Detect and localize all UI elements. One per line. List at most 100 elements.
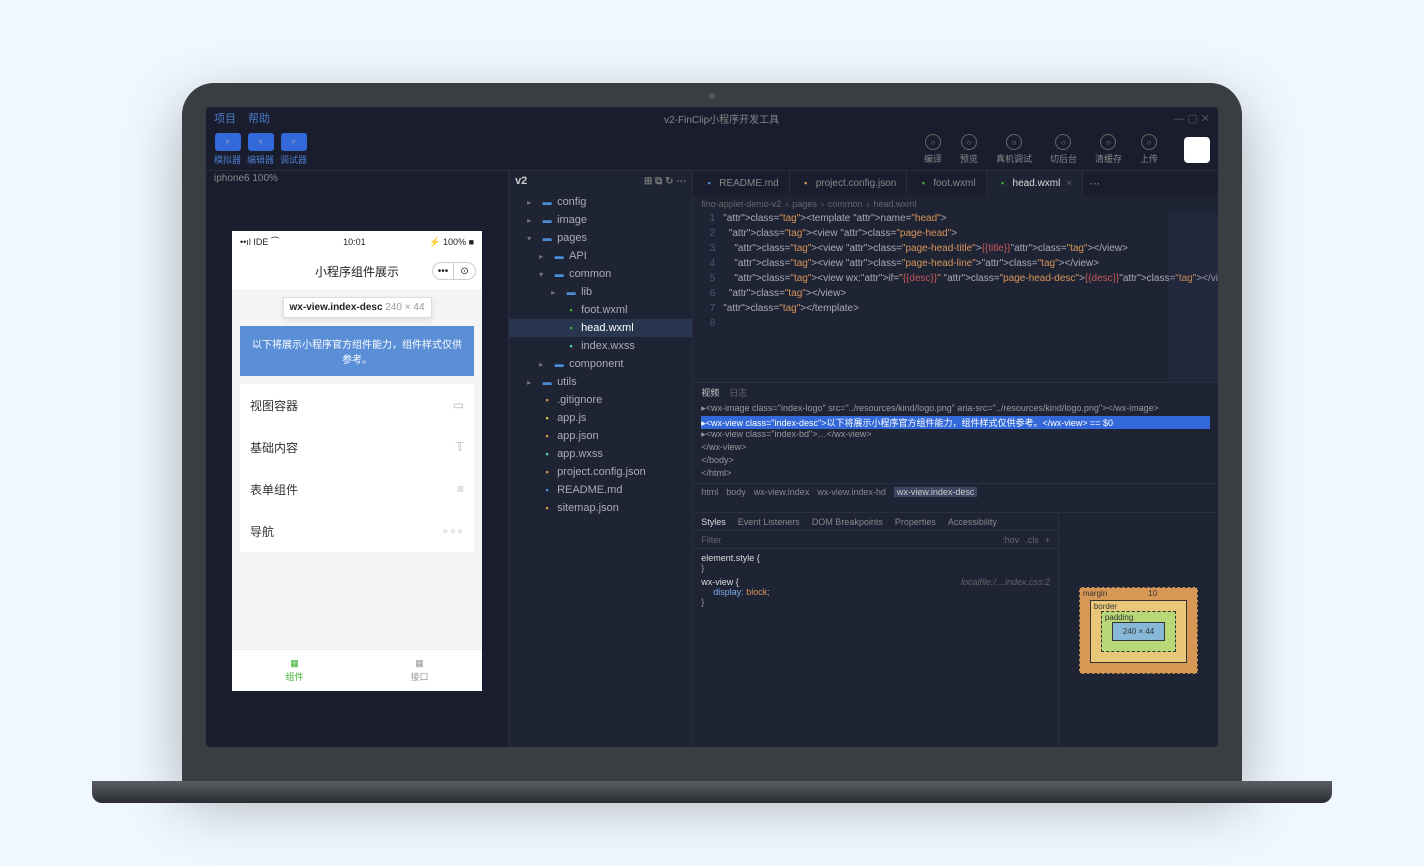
dom-breadcrumb: html body wx-view.index wx-view.index-hd wx-… xyxy=(693,483,1218,499)
camera-dot xyxy=(709,93,715,99)
css-rules[interactable]: element.style {}</span><span class="sel"… xyxy=(693,549,1058,615)
line-gutter: 12345678 xyxy=(693,213,723,382)
capsule-buttons[interactable]: •••⊙ xyxy=(432,262,476,280)
minimap[interactable] xyxy=(1168,213,1218,382)
tooltip-selector: wx-view.index-desc xyxy=(290,302,383,313)
tree-item-README.md[interactable]: ▪README.md xyxy=(509,481,692,499)
phone-tab-接口[interactable]: ▦接口 xyxy=(357,650,482,691)
tree-item-head.wxml[interactable]: ▪head.wxml xyxy=(509,319,692,337)
breadcrumb-segment[interactable]: fino-applet-demo-v2 xyxy=(701,199,781,209)
editor-tab-head.wxml[interactable]: ▪head.wxml× xyxy=(987,171,1084,195)
phone-mockup: ••ıl IDE ⏜ 10:01 ⚡ 100% ■ 小程序组件展示 •••⊙ w… xyxy=(232,231,482,691)
box-content-size: 240 × 44 xyxy=(1112,622,1165,641)
highlighted-element[interactable]: 以下将展示小程序官方组件能力，组件样式仅供参考。 xyxy=(240,326,474,376)
dom-tree[interactable]: ▸<wx-image class="index-logo" src="../re… xyxy=(693,401,1218,483)
tool-编辑器[interactable]: ▫编辑器 xyxy=(247,133,274,166)
editor-tabs: ▪README.md▪project.config.json▪foot.wxml… xyxy=(693,171,1218,195)
phone-tab-组件[interactable]: ▦组件 xyxy=(232,650,357,691)
tree-item-API[interactable]: ▸▬API xyxy=(509,247,692,265)
tree-item-app.js[interactable]: ▪app.js xyxy=(509,409,692,427)
signal-label: ••ıl IDE ⏜ xyxy=(240,237,279,248)
dom-trail-segment[interactable]: wx-view.index-desc xyxy=(894,487,978,497)
tree-item-component[interactable]: ▸▬component xyxy=(509,355,692,373)
list-item[interactable]: 视图容器▭ xyxy=(240,384,474,426)
phone-body: wx-view.index-desc 240 × 44 以下将展示小程序官方组件… xyxy=(232,289,482,649)
devtools-tab-Properties[interactable]: Properties xyxy=(895,517,936,527)
code-lines: "attr">class="tag"><template "attr">name… xyxy=(723,213,1218,382)
tree-item-index.wxss[interactable]: ▪index.wxss xyxy=(509,337,692,355)
tree-item-foot.wxml[interactable]: ▪foot.wxml xyxy=(509,301,692,319)
menu-project[interactable]: 项目 xyxy=(214,110,236,126)
tree-item-app.wxss[interactable]: ▪app.wxss xyxy=(509,445,692,463)
battery-label: ⚡ 100% ■ xyxy=(429,237,474,248)
tree-item-utils[interactable]: ▸▬utils xyxy=(509,373,692,391)
list-item[interactable]: 基础内容𝕋 xyxy=(240,426,474,468)
action-预览[interactable]: ○预览 xyxy=(960,134,978,165)
filter-opt[interactable]: :hov xyxy=(1002,535,1019,545)
window-title: v2-FinClip小程序开发工具 xyxy=(282,111,1161,126)
window-controls[interactable]: — ▢ ✕ xyxy=(1173,112,1210,125)
simulator-panel: iphone6 100% ••ıl IDE ⏜ 10:01 ⚡ 100% ■ 小… xyxy=(206,171,508,747)
action-上传[interactable]: ○上传 xyxy=(1140,134,1158,165)
file-explorer: v2 ⊞ ⧉ ↻ ⋯ ▸▬config▸▬image▾▬pages▸▬API▾▬… xyxy=(508,171,693,747)
dom-node[interactable]: ▸<wx-view class="index-bd">…</wx-view> xyxy=(701,429,1210,442)
tool-模拟器[interactable]: ▫模拟器 xyxy=(214,133,241,166)
dom-node[interactable]: </wx-view> xyxy=(701,442,1210,455)
tree-item-config[interactable]: ▸▬config xyxy=(509,193,692,211)
devtools-tabs: Styles Event Listeners DOM Breakpoints Prop… xyxy=(693,513,1058,531)
tree-item-project.config.json[interactable]: ▪project.config.json xyxy=(509,463,692,481)
tree-item-pages[interactable]: ▾▬pages xyxy=(509,229,692,247)
inspector-tooltip: wx-view.index-desc 240 × 44 xyxy=(283,297,432,318)
tree-item-app.json[interactable]: ▪app.json xyxy=(509,427,692,445)
dom-tab-1[interactable]: 日志 xyxy=(729,386,747,399)
tree-item-lib[interactable]: ▸▬lib xyxy=(509,283,692,301)
dom-trail-segment[interactable]: html xyxy=(701,487,718,497)
tree-item-sitemap.json[interactable]: ▪sitemap.json xyxy=(509,499,692,517)
dom-node[interactable]: </body> xyxy=(701,455,1210,468)
devtools-panel: Styles Event Listeners DOM Breakpoints Prop… xyxy=(693,513,1218,747)
action-切后台[interactable]: ○切后台 xyxy=(1050,134,1077,165)
workspace: iphone6 100% ••ıl IDE ⏜ 10:01 ⚡ 100% ■ 小… xyxy=(206,171,1218,747)
devtools-tab-Styles[interactable]: Styles xyxy=(701,517,726,527)
tooltip-size: 240 × 44 xyxy=(385,302,424,313)
action-清缓存[interactable]: ○清缓存 xyxy=(1095,134,1122,165)
time-label: 10:01 xyxy=(343,237,366,247)
devtools-tab-Event Listeners[interactable]: Event Listeners xyxy=(738,517,800,527)
action-真机调试[interactable]: ○真机调试 xyxy=(996,134,1032,165)
editor-tab-README.md[interactable]: ▪README.md xyxy=(693,171,789,195)
explorer-actions[interactable]: ⊞ ⧉ ↻ ⋯ xyxy=(644,176,686,187)
dom-inspector: 视频 日志 ▸<wx-image class="index-logo" src=… xyxy=(693,383,1218,513)
file-tree: ▸▬config▸▬image▾▬pages▸▬API▾▬common▸▬lib… xyxy=(509,191,692,519)
editor-panel: ▪README.md▪project.config.json▪foot.wxml… xyxy=(693,171,1218,747)
list-item[interactable]: 导航∘∘∘ xyxy=(240,510,474,552)
tree-item-common[interactable]: ▾▬common xyxy=(509,265,692,283)
devtools-tab-Accessibility[interactable]: Accessibility xyxy=(948,517,997,527)
breadcrumb-segment[interactable]: head.wxml xyxy=(873,199,916,209)
dom-node[interactable]: </html> xyxy=(701,468,1210,481)
action-编译[interactable]: ○编译 xyxy=(924,134,942,165)
code-editor[interactable]: 12345678 "attr">class="tag"><template "a… xyxy=(693,213,1218,383)
dom-tab-0[interactable]: 视频 xyxy=(701,386,719,399)
dom-trail-segment[interactable]: body xyxy=(726,487,746,497)
avatar[interactable] xyxy=(1184,137,1210,163)
box-padding-label: padding xyxy=(1105,613,1133,622)
filter-input[interactable]: Filter xyxy=(701,535,721,545)
breadcrumb: fino-applet-demo-v2 › pages › common › h… xyxy=(693,195,1218,213)
tree-item-image[interactable]: ▸▬image xyxy=(509,211,692,229)
editor-tab-foot.wxml[interactable]: ▪foot.wxml xyxy=(907,171,986,195)
dom-trail-segment[interactable]: wx-view.index-hd xyxy=(817,487,886,497)
tree-item-.gitignore[interactable]: ▪.gitignore xyxy=(509,391,692,409)
breadcrumb-segment[interactable]: pages xyxy=(792,199,817,209)
breadcrumb-segment[interactable]: common xyxy=(828,199,863,209)
dom-node[interactable]: ▸<wx-image class="index-logo" src="../re… xyxy=(701,403,1210,416)
menu-help[interactable]: 帮助 xyxy=(248,110,270,126)
dom-node[interactable]: ▸<wx-view class="index-desc">以下将展示小程序官方组… xyxy=(701,416,1210,429)
dom-trail-segment[interactable]: wx-view.index xyxy=(754,487,810,497)
devtools-tab-DOM Breakpoints[interactable]: DOM Breakpoints xyxy=(812,517,883,527)
tab-overflow[interactable]: ⋯ xyxy=(1083,171,1106,195)
list-item[interactable]: 表单组件≡ xyxy=(240,468,474,510)
tool-调试器[interactable]: ▫调试器 xyxy=(280,133,307,166)
filter-opt[interactable]: .cls xyxy=(1025,535,1039,545)
editor-tab-project.config.json[interactable]: ▪project.config.json xyxy=(790,171,908,195)
filter-opt[interactable]: + xyxy=(1045,535,1050,545)
